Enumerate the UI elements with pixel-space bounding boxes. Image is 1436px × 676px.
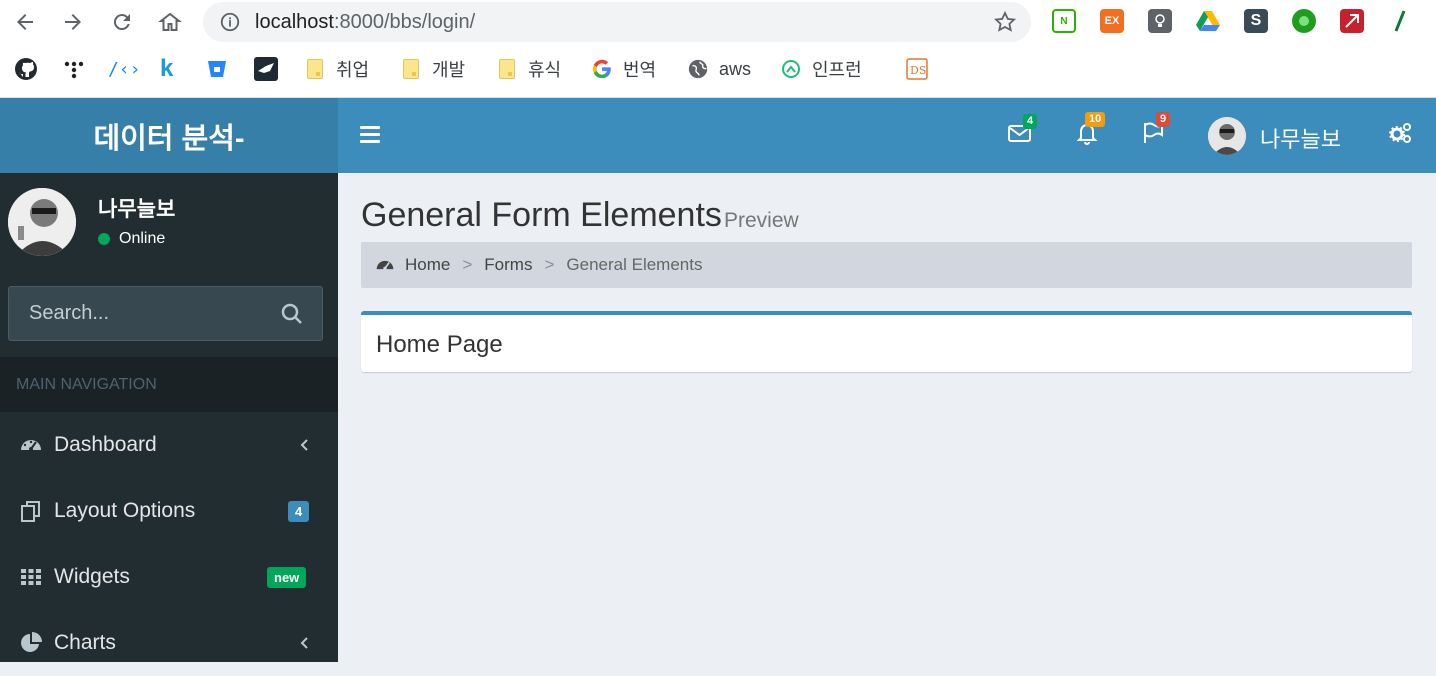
notifications-button[interactable]: 10 (1074, 112, 1106, 146)
sidebar-item-widgets[interactable]: Widgets new (0, 544, 338, 610)
globe-icon (688, 59, 708, 79)
messages-badge: 4 (1023, 114, 1038, 129)
chevron-left-icon (300, 637, 308, 649)
chevron-left-icon (300, 439, 308, 451)
files-icon (21, 501, 40, 522)
breadcrumb-separator: > (462, 255, 473, 274)
forward-button[interactable] (58, 7, 88, 37)
bird-icon (254, 57, 278, 81)
grid-icon (21, 569, 41, 585)
bookmark-ds[interactable]: DS (906, 56, 928, 82)
inflearn-icon (782, 60, 800, 78)
bookmark-k[interactable]: k (160, 55, 174, 82)
user-avatar[interactable] (1208, 117, 1246, 155)
folder-icon (403, 59, 419, 79)
online-dot-icon (98, 233, 110, 245)
user-status: Online (98, 230, 165, 248)
back-button[interactable] (10, 7, 40, 37)
info-icon[interactable] (219, 11, 241, 33)
dots-icon (64, 61, 84, 79)
sidebar-search-input[interactable] (9, 287, 269, 340)
page-title: General Form Elements (361, 196, 722, 234)
ex-extension-icon[interactable]: EX (1100, 9, 1124, 33)
red-arrow-extension-icon[interactable] (1340, 9, 1364, 33)
github-icon (15, 58, 37, 80)
breadcrumb-separator: > (544, 255, 555, 274)
green-circle-extension-icon[interactable] (1292, 9, 1316, 33)
home-icon (158, 12, 182, 31)
slash-extension-icon[interactable] (1388, 9, 1412, 33)
bitbucket-icon (208, 61, 226, 77)
control-sidebar-button[interactable] (1388, 120, 1414, 146)
dashboard-icon (21, 440, 41, 451)
naver-extension-icon[interactable]: N (1052, 9, 1076, 33)
bookmark-code[interactable]: /‹› (108, 56, 141, 82)
sidebar-user-name: 나무늘보 (98, 198, 176, 221)
bookmark-translate[interactable]: 번역 (591, 56, 656, 82)
reload-button[interactable] (107, 7, 137, 37)
bookmark-inflearn[interactable]: 인프런 (780, 56, 862, 82)
bookmark-folder-1[interactable]: 취업 (304, 56, 369, 82)
breadcrumb-forms[interactable]: Forms (484, 255, 532, 275)
bookmark-aws[interactable]: aws (687, 56, 751, 82)
tasks-button[interactable]: 9 (1140, 112, 1171, 146)
address-bar[interactable]: localhost:8000/bbs/login/ (203, 2, 1031, 42)
bookmark-folder-2[interactable]: 개발 (400, 56, 465, 82)
content-box: Home Page (361, 311, 1412, 372)
google-icon (592, 59, 611, 79)
bookmark-dark[interactable] (254, 56, 278, 82)
tasks-badge: 9 (1156, 112, 1171, 127)
sidebar-item-dashboard[interactable]: Dashboard (0, 412, 338, 478)
breadcrumb-current: General Elements (566, 255, 703, 274)
k-logo-icon: k (160, 55, 174, 82)
folder-icon (499, 59, 515, 79)
folder-icon (307, 59, 323, 79)
layout-options-badge: 4 (288, 500, 310, 522)
search-icon[interactable] (280, 302, 304, 326)
breadcrumb-home[interactable]: Home (405, 255, 450, 275)
pie-chart-icon (21, 632, 42, 652)
home-button[interactable] (155, 7, 185, 37)
bookmark-folder-3[interactable]: 휴식 (496, 56, 561, 82)
sidebar-toggle-button[interactable] (360, 126, 380, 144)
sidebar-item-charts[interactable]: Charts (0, 610, 338, 676)
google-drive-icon[interactable] (1196, 9, 1220, 33)
browser-toolbar: localhost:8000/bbs/login/ N EX S /‹› k 취… (0, 0, 1436, 98)
dashboard-icon (376, 260, 394, 270)
notifications-badge: 10 (1085, 112, 1106, 127)
top-navbar: 4 10 9 나무늘보 (338, 98, 1436, 173)
sidebar-search (8, 286, 323, 341)
back-arrow-icon (17, 14, 33, 30)
page-subtitle: Preview (724, 209, 799, 232)
sidebar-avatar (8, 188, 76, 256)
widgets-badge: new (267, 566, 307, 588)
reload-icon (113, 14, 130, 31)
url-text[interactable]: localhost:8000/bbs/login/ (255, 11, 475, 34)
box-title: Home Page (376, 331, 503, 358)
code-icon: /‹› (108, 58, 141, 80)
bookmark-github[interactable] (14, 56, 38, 82)
bookmark-dots[interactable] (62, 56, 86, 82)
header-user-name[interactable]: 나무늘보 (1260, 122, 1341, 154)
lightbulb-extension-icon[interactable] (1148, 9, 1172, 33)
breadcrumb: Home > Forms > General Elements (361, 242, 1412, 288)
nav-header: MAIN NAVIGATION (0, 357, 338, 412)
messages-button[interactable]: 4 (1007, 114, 1038, 146)
forward-arrow-icon (65, 14, 81, 30)
app-logo[interactable]: 데이터 분석- (0, 98, 338, 173)
bookmark-bitbucket[interactable] (206, 56, 228, 82)
sidebar: 나무늘보 Online MAIN NAVIGATION Dashboard La… (0, 173, 338, 662)
svg-text:DS: DS (910, 64, 926, 77)
s-extension-icon[interactable]: S (1244, 9, 1268, 33)
bookmark-star-icon[interactable] (993, 10, 1017, 34)
gears-icon (1389, 123, 1411, 143)
sidebar-item-layout-options[interactable]: Layout Options 4 (0, 478, 338, 544)
ds-logo-icon: DS (906, 58, 928, 80)
